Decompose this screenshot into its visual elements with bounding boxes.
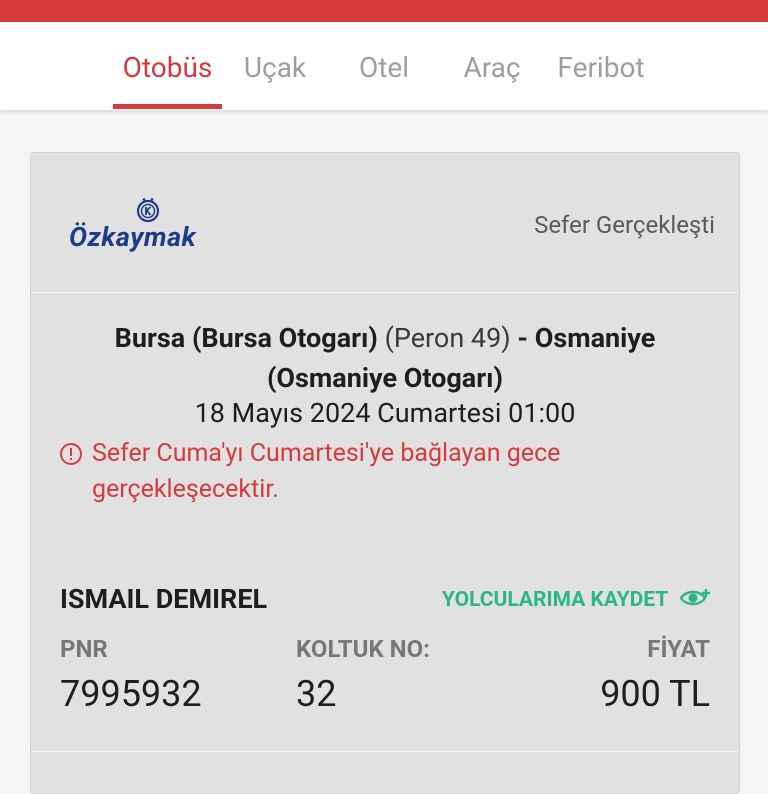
save-passenger-button[interactable]: YOLCULARIMA KAYDET [442,587,711,612]
company-name: Özkaymak [69,221,197,253]
ticket-header: Özkaymak Sefer Gerçekleşti [31,153,739,293]
route: Bursa (Bursa Otogarı) (Peron 49) - Osman… [31,318,739,398]
eye-add-icon [679,589,710,606]
save-passenger-label: YOLCULARIMA KAYDET [441,588,668,612]
pnr-value: 7995932 [60,673,202,715]
ticket-card[interactable]: Özkaymak Sefer Gerçekleşti Bursa (Bursa … [30,152,740,794]
active-tab-indicator [113,104,222,109]
company-logo: Özkaymak [69,197,229,257]
category-tabs: Otobüs Uçak Otel Araç Feribot [0,22,768,110]
route-separator: - [517,322,529,354]
tab-bus[interactable]: Otobüs [113,22,222,110]
route-destination: Osmaniye [534,322,656,354]
pnr-label: PNR [60,635,108,663]
tab-hotel[interactable]: Otel [345,22,423,110]
route-platform: (Peron 49) [384,322,511,354]
seat-label: KOLTUK NO: [296,635,430,663]
passenger-name: ISMAIL DEMIREL [60,583,268,615]
trip-status: Sefer Gerçekleşti [534,211,715,239]
tab-car[interactable]: Araç [452,22,532,110]
price-label: FİYAT [647,635,710,663]
route-destination-terminal: (Osmaniye Otogarı) [266,362,503,394]
tab-flight[interactable]: Uçak [232,22,318,110]
price-value: 900 TL [600,673,710,715]
status-bar [0,0,768,22]
info-icon [60,443,82,465]
divider [31,751,739,752]
company-logo-icon [136,198,160,223]
trip-datetime: 18 Mayıs 2024 Cumartesi 01:00 [194,397,576,429]
warning-text: Sefer Cuma'yı Cumartesi'ye bağlayan gece… [92,439,561,504]
route-origin: Bursa (Bursa Otogarı) [114,322,378,354]
tab-ferry[interactable]: Feribot [548,22,654,110]
seat-value: 32 [296,673,337,715]
